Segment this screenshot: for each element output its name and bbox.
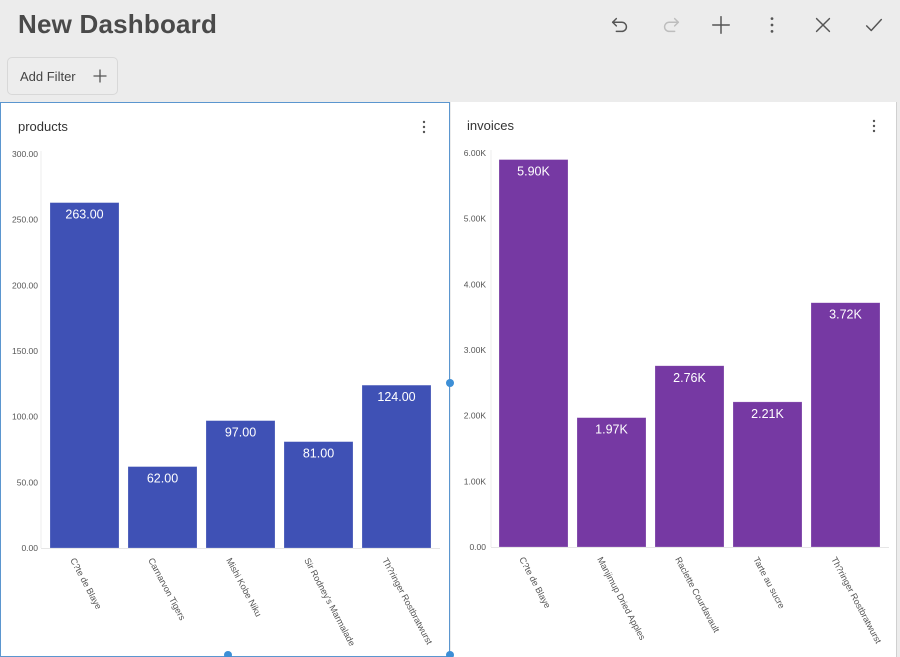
bar-data-label: 97.00 [225,426,256,440]
redo-icon [663,17,680,33]
bar-data-label: 263.00 [65,208,103,222]
bar-data-label: 3.72K [829,308,862,322]
y-tick-label: 150.00 [12,346,38,356]
x-category-label: Manjimup Dried Apples [595,555,648,642]
x-category-label: Th?ringer Rostbratwurst [380,556,434,646]
y-tick-label: 3.00K [464,345,487,355]
x-category-label: Mishi Kobe Niku [224,556,263,618]
products-bar-chart: 0.00 50.00 100.00 150.00 200.00 250.00 300.00 2… [12,149,440,648]
y-tick-label: 300.00 [12,149,38,159]
close-icon [815,17,831,33]
invoices-widget[interactable]: invoices 0.00 1.00K 2.00K 3.00K 4.00K 5.00K 6.… [451,102,897,657]
bar [732,401,803,548]
y-tick-label: 6.00K [464,148,487,158]
bar-data-label: 81.00 [303,447,334,461]
y-tick-label: 4.00K [464,279,487,289]
y-tick-label: 250.00 [12,215,38,225]
bar-data-label: 124.00 [377,390,415,404]
bar [498,159,569,548]
bar [576,417,647,548]
redo-button[interactable] [656,10,686,40]
undo-icon [611,17,628,33]
y-tick-label: 100.00 [12,412,38,422]
bar [654,365,725,548]
bar-data-label: 2.21K [751,407,784,421]
resize-handle-right[interactable] [446,379,454,387]
x-category-label: Tarte au sucre [751,555,787,610]
x-category-label: Th?ringer Rostbratwurst [829,555,883,645]
bar [205,420,276,549]
bar [361,384,432,549]
bar-data-label: 1.97K [595,423,628,437]
undo-button[interactable] [605,10,635,40]
y-tick-label: 1.00K [464,476,487,486]
bar [810,302,881,548]
invoices-bar-chart: 0.00 1.00K 2.00K 3.00K 4.00K 5.00K 6.00K 5.90K C… [464,148,889,646]
x-category-label: C?te de Blaye [517,555,552,610]
x-category-label: Sir Rodney's Marmalade [302,556,357,647]
more-vert-icon [770,17,774,33]
y-tick-label: 2.00K [464,411,487,421]
close-button[interactable] [808,10,838,40]
bar-data-label: 5.90K [517,165,550,179]
bar-data-label: 62.00 [147,472,178,486]
add-button[interactable] [706,10,736,40]
y-tick-label: 5.00K [464,214,487,224]
y-tick-label: 200.00 [12,280,38,290]
y-tick-label: 50.00 [17,477,39,487]
dashboard-editor: New Dashboard Add Filter products 0.00 5… [0,0,900,657]
plus-icon [712,16,730,34]
add-filter-label: Add Filter [20,69,76,84]
add-filter-button[interactable]: Add Filter [7,57,118,95]
bar-data-label: 2.76K [673,371,706,385]
x-category-label: Raclette Courdavault [673,555,722,634]
header: New Dashboard Add Filter [0,0,900,102]
more-button[interactable] [757,10,787,40]
y-tick-label: 0.00 [469,542,486,552]
x-category-label: C?te de Blaye [68,556,103,611]
check-icon [865,18,883,32]
page-title: New Dashboard [18,9,218,39]
products-widget[interactable]: products 0.00 50.00 100.00 150.00 200.00 250.… [0,102,450,657]
resize-handle-bottom[interactable] [224,651,232,657]
confirm-button[interactable] [859,10,889,40]
resize-handle-corner[interactable] [446,651,454,657]
bar [49,202,120,549]
x-category-label: Carnarvon Tigers [146,556,187,622]
plus-icon [93,69,107,83]
y-tick-label: 0.00 [21,543,38,553]
